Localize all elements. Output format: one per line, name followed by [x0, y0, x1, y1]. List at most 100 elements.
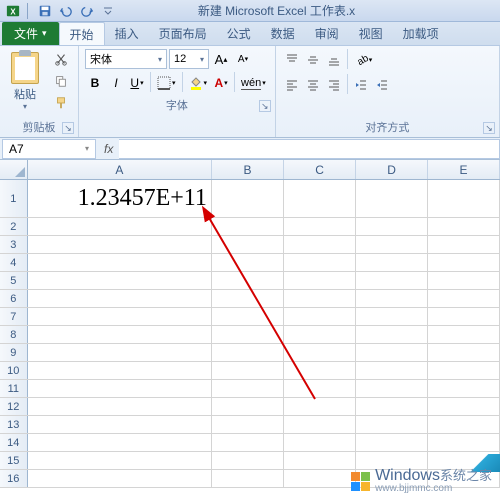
cell-E12[interactable] — [428, 398, 500, 415]
cell-E11[interactable] — [428, 380, 500, 397]
format-painter-button[interactable] — [50, 93, 72, 113]
save-button[interactable] — [36, 2, 54, 20]
row-header-9[interactable]: 9 — [0, 344, 28, 361]
cell-A12[interactable] — [28, 398, 212, 415]
cell-A10[interactable] — [28, 362, 212, 379]
italic-button[interactable]: I — [106, 72, 126, 94]
row-header-11[interactable]: 11 — [0, 380, 28, 397]
cell-C7[interactable] — [284, 308, 356, 325]
cell-A13[interactable] — [28, 416, 212, 433]
cell-C14[interactable] — [284, 434, 356, 451]
cell-D5[interactable] — [356, 272, 428, 289]
cell-A1[interactable]: 1.23457E+11 — [28, 180, 212, 217]
cell-B3[interactable] — [212, 236, 284, 253]
bold-button[interactable]: B — [85, 72, 105, 94]
cell-E7[interactable] — [428, 308, 500, 325]
col-header-C[interactable]: C — [284, 160, 356, 179]
cell-D1[interactable] — [356, 180, 428, 217]
excel-icon[interactable]: X — [4, 2, 22, 20]
cell-C12[interactable] — [284, 398, 356, 415]
row-header-16[interactable]: 16 — [0, 470, 28, 487]
cell-D8[interactable] — [356, 326, 428, 343]
cell-A6[interactable] — [28, 290, 212, 307]
font-size-select[interactable]: 12▾ — [169, 49, 209, 69]
row-header-4[interactable]: 4 — [0, 254, 28, 271]
row-header-2[interactable]: 2 — [0, 218, 28, 235]
align-left-button[interactable] — [282, 74, 302, 96]
underline-button[interactable]: U▾ — [127, 72, 147, 94]
cell-B9[interactable] — [212, 344, 284, 361]
col-header-E[interactable]: E — [428, 160, 500, 179]
tab-view[interactable]: 视图 — [349, 22, 393, 45]
fill-color-button[interactable]: ▾ — [186, 72, 211, 94]
col-header-D[interactable]: D — [356, 160, 428, 179]
tab-review[interactable]: 审阅 — [305, 22, 349, 45]
cell-C16[interactable] — [284, 470, 356, 487]
cell-D4[interactable] — [356, 254, 428, 271]
row-header-6[interactable]: 6 — [0, 290, 28, 307]
fx-icon[interactable]: fx — [104, 142, 113, 156]
cell-A9[interactable] — [28, 344, 212, 361]
cell-C4[interactable] — [284, 254, 356, 271]
cell-D12[interactable] — [356, 398, 428, 415]
cell-A3[interactable] — [28, 236, 212, 253]
cell-B1[interactable] — [212, 180, 284, 217]
cell-B16[interactable] — [212, 470, 284, 487]
cell-E4[interactable] — [428, 254, 500, 271]
cell-A14[interactable] — [28, 434, 212, 451]
row-header-12[interactable]: 12 — [0, 398, 28, 415]
row-header-3[interactable]: 3 — [0, 236, 28, 253]
decrease-font-button[interactable]: A▾ — [233, 49, 253, 69]
cell-D7[interactable] — [356, 308, 428, 325]
cell-B2[interactable] — [212, 218, 284, 235]
cell-B6[interactable] — [212, 290, 284, 307]
redo-button[interactable] — [78, 2, 96, 20]
cell-B10[interactable] — [212, 362, 284, 379]
cell-A7[interactable] — [28, 308, 212, 325]
cell-E8[interactable] — [428, 326, 500, 343]
cell-C13[interactable] — [284, 416, 356, 433]
row-header-10[interactable]: 10 — [0, 362, 28, 379]
increase-font-button[interactable]: A▴ — [211, 49, 231, 69]
cell-D13[interactable] — [356, 416, 428, 433]
cell-E10[interactable] — [428, 362, 500, 379]
row-header-8[interactable]: 8 — [0, 326, 28, 343]
align-right-button[interactable] — [324, 74, 344, 96]
cell-D10[interactable] — [356, 362, 428, 379]
row-header-15[interactable]: 15 — [0, 452, 28, 469]
cell-E14[interactable] — [428, 434, 500, 451]
cell-C1[interactable] — [284, 180, 356, 217]
cell-C8[interactable] — [284, 326, 356, 343]
cell-B4[interactable] — [212, 254, 284, 271]
tab-addins[interactable]: 加载项 — [393, 22, 449, 45]
cell-B8[interactable] — [212, 326, 284, 343]
cell-D6[interactable] — [356, 290, 428, 307]
cell-B15[interactable] — [212, 452, 284, 469]
select-all-corner[interactable] — [0, 160, 28, 179]
cell-E3[interactable] — [428, 236, 500, 253]
cell-B14[interactable] — [212, 434, 284, 451]
cell-E5[interactable] — [428, 272, 500, 289]
tab-insert[interactable]: 插入 — [105, 22, 149, 45]
cell-B11[interactable] — [212, 380, 284, 397]
cell-C11[interactable] — [284, 380, 356, 397]
row-header-14[interactable]: 14 — [0, 434, 28, 451]
cell-D14[interactable] — [356, 434, 428, 451]
cell-A11[interactable] — [28, 380, 212, 397]
row-header-7[interactable]: 7 — [0, 308, 28, 325]
row-header-13[interactable]: 13 — [0, 416, 28, 433]
cell-C9[interactable] — [284, 344, 356, 361]
cell-E13[interactable] — [428, 416, 500, 433]
clipboard-launcher[interactable]: ↘ — [62, 122, 74, 134]
cell-D9[interactable] — [356, 344, 428, 361]
tab-home[interactable]: 开始 — [59, 22, 105, 45]
paste-button[interactable]: 粘贴 ▾ — [6, 49, 44, 116]
font-color-button[interactable]: A▾ — [211, 72, 231, 94]
font-launcher[interactable]: ↘ — [259, 100, 271, 112]
cell-C5[interactable] — [284, 272, 356, 289]
cell-E2[interactable] — [428, 218, 500, 235]
tab-formulas[interactable]: 公式 — [217, 22, 261, 45]
orientation-button[interactable]: ab▾ — [351, 49, 376, 71]
decrease-indent-button[interactable] — [351, 74, 371, 96]
cell-B13[interactable] — [212, 416, 284, 433]
